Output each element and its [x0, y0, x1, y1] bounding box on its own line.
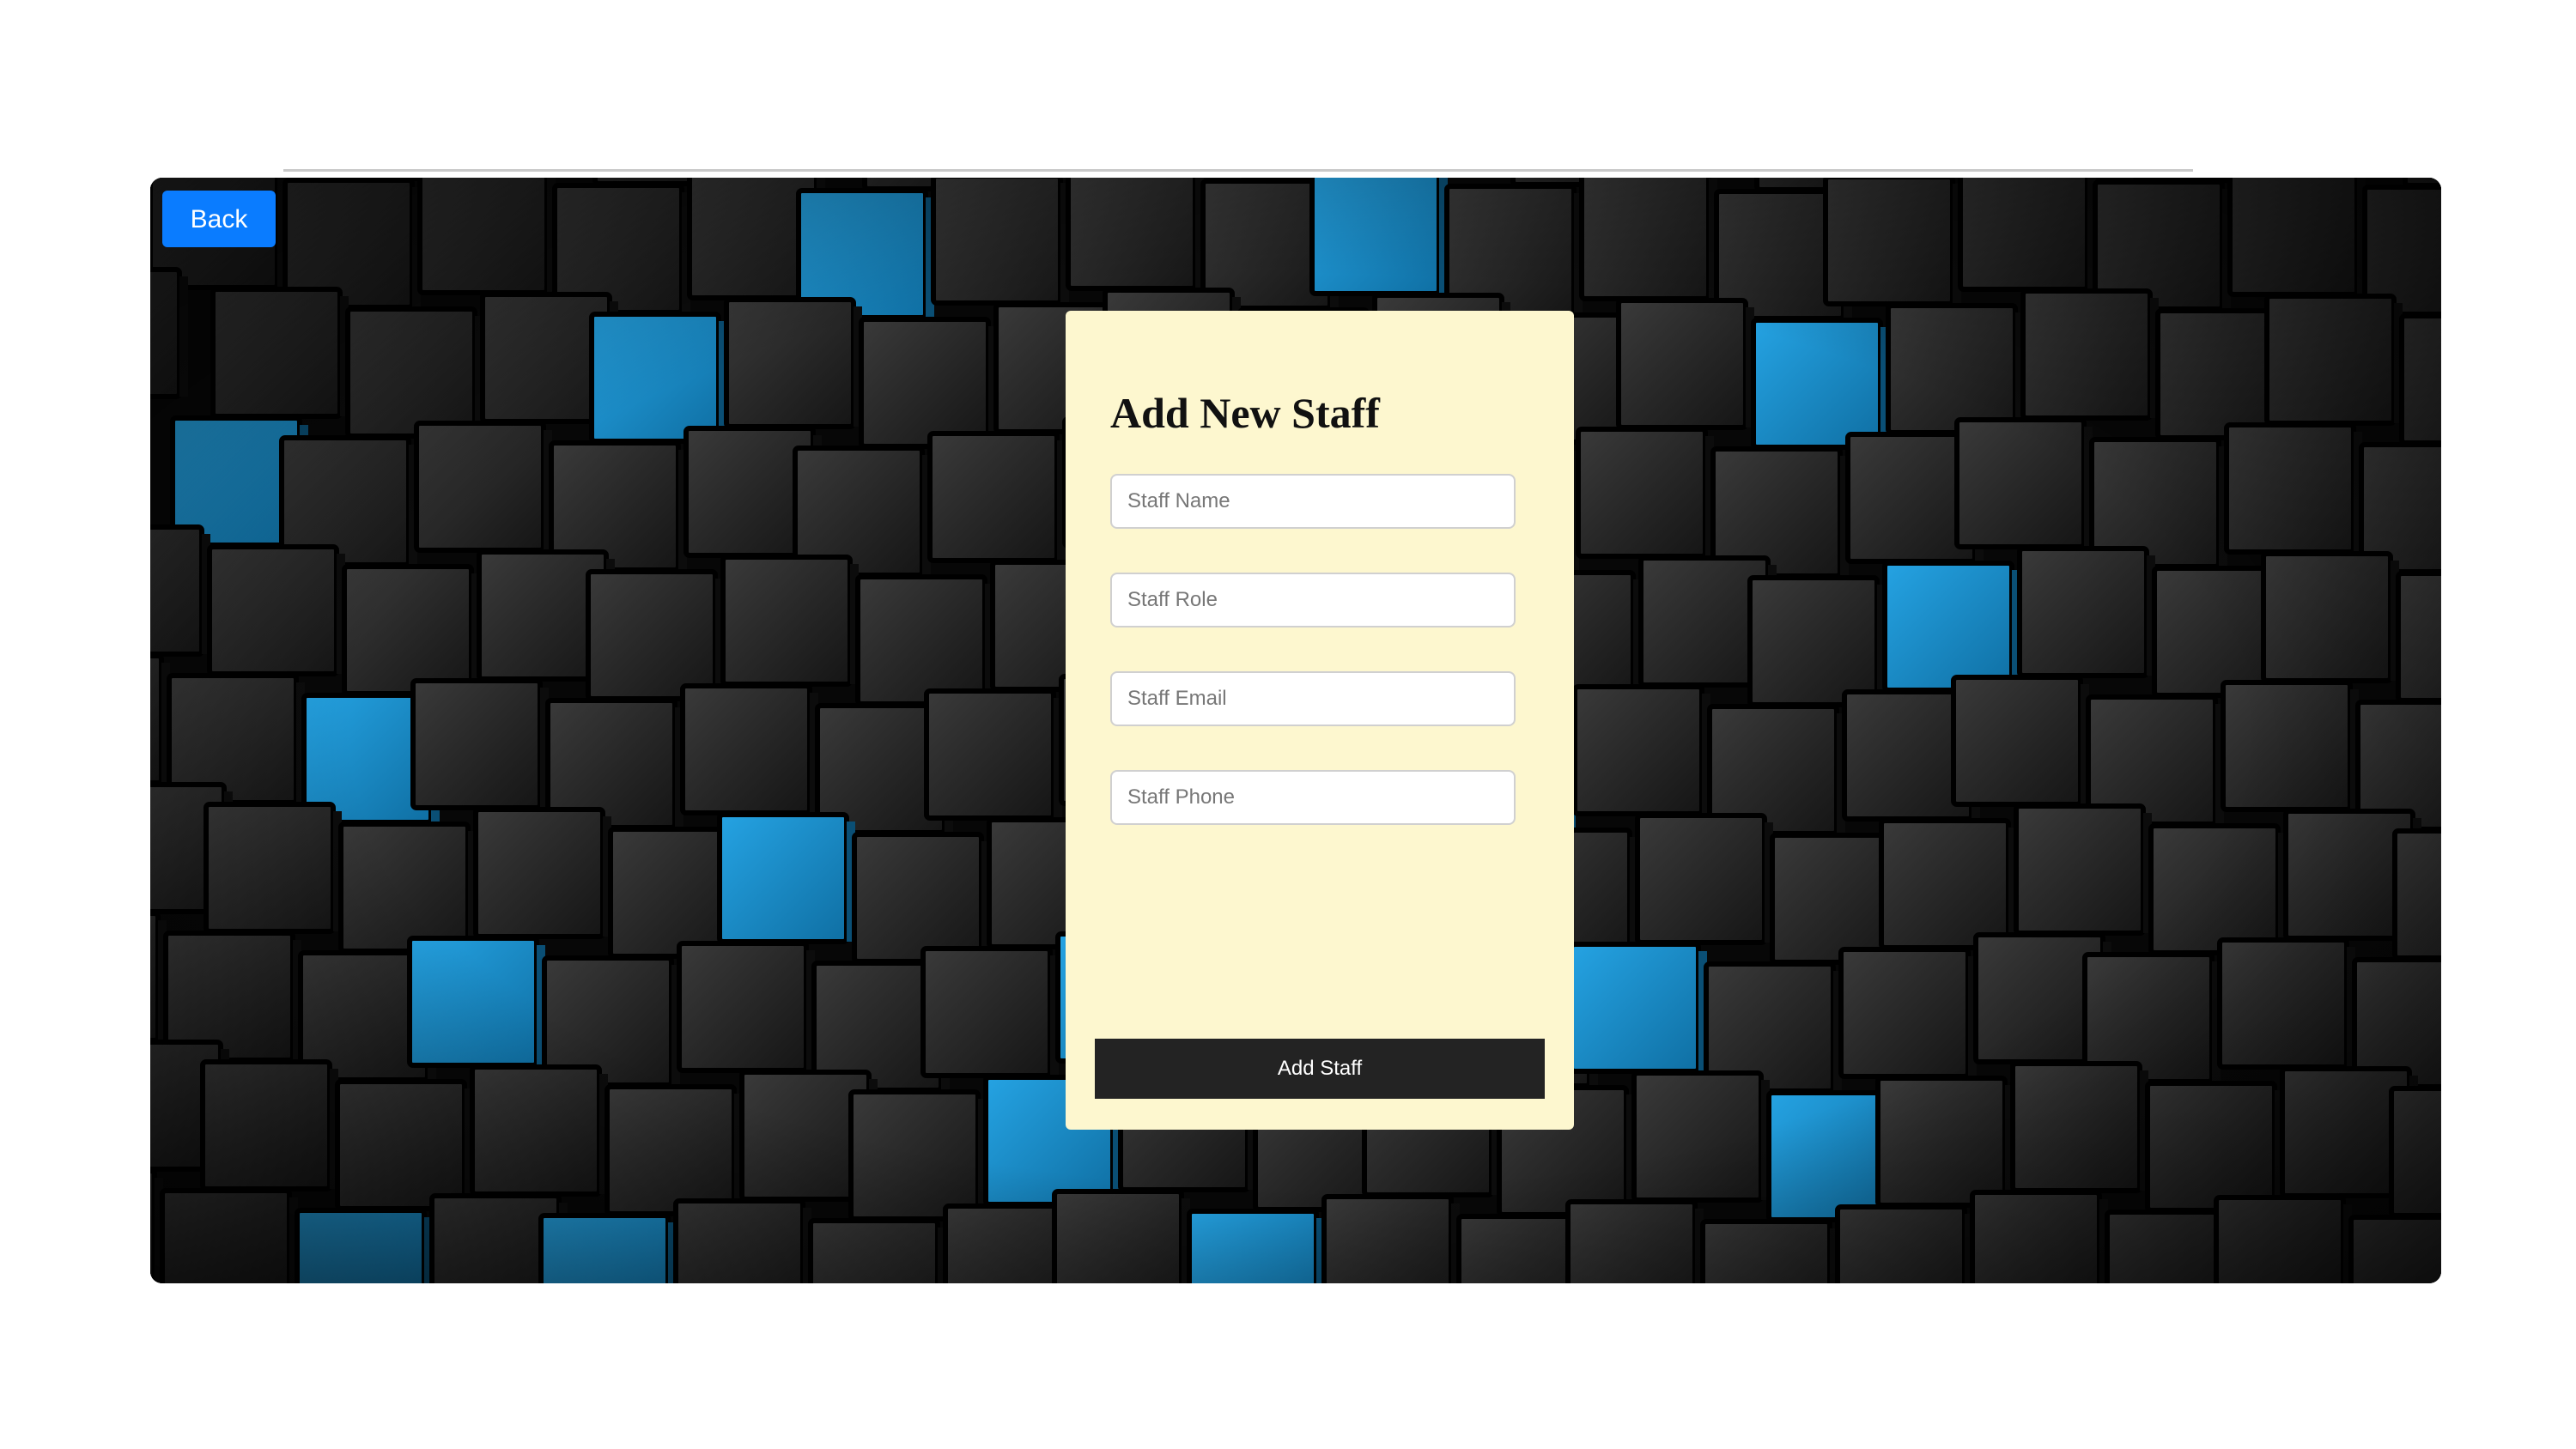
staff-name-input[interactable]	[1110, 474, 1516, 529]
staff-phone-input[interactable]	[1110, 770, 1516, 825]
staff-email-input[interactable]	[1110, 671, 1516, 726]
back-button[interactable]: Back	[162, 191, 276, 247]
top-divider	[283, 169, 2193, 172]
form-title: Add New Staff	[1110, 389, 1380, 437]
hero-panel: Back Add New Staff Add Staff	[150, 178, 2441, 1283]
add-staff-form: Add New Staff Add Staff	[1066, 311, 1574, 1130]
staff-role-input[interactable]	[1110, 573, 1516, 627]
add-staff-button[interactable]: Add Staff	[1095, 1039, 1545, 1099]
